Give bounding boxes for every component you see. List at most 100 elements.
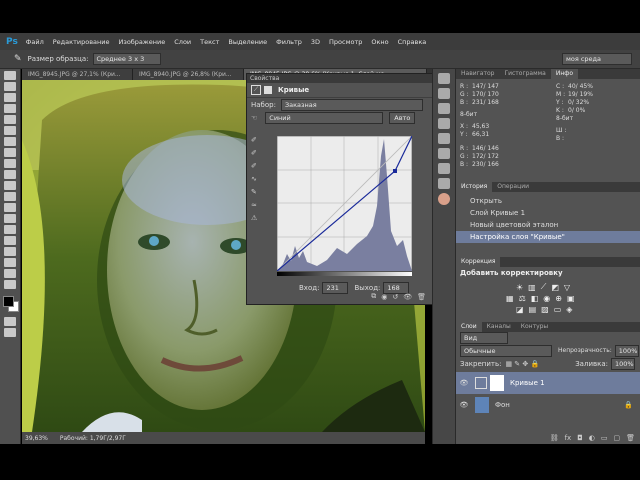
- opacity-field[interactable]: 100%: [614, 344, 639, 357]
- sample-highlights-icon[interactable]: ✐: [251, 162, 265, 172]
- link-layers-icon[interactable]: ⛓: [550, 434, 559, 442]
- zoom-tool-icon[interactable]: [4, 280, 16, 289]
- sample-midtones-icon[interactable]: ✐: [251, 149, 265, 159]
- workspace-select[interactable]: моя среда: [562, 53, 632, 65]
- pen-tool-icon[interactable]: [4, 225, 16, 234]
- posterize-icon[interactable]: ▤: [529, 305, 537, 314]
- tab-history[interactable]: История: [456, 182, 493, 192]
- reset-icon[interactable]: ↺: [392, 293, 398, 301]
- color-balance-icon[interactable]: ⚖: [519, 294, 526, 303]
- brush-tool-icon[interactable]: [4, 148, 16, 157]
- properties-tab[interactable]: Свойства: [247, 74, 432, 83]
- menu-window[interactable]: Окно: [371, 38, 388, 46]
- lock-icons[interactable]: ▦ ✎ ✥ 🔒: [505, 360, 539, 368]
- doc-tab-1[interactable]: IMG_8945.JPG @ 27,1% (Кри...: [22, 69, 133, 80]
- new-group-icon[interactable]: ▭: [601, 434, 608, 442]
- menu-help[interactable]: Справка: [398, 38, 427, 46]
- threshold-icon[interactable]: ▨: [541, 305, 549, 314]
- brush-panel-icon[interactable]: [438, 103, 450, 114]
- add-style-icon[interactable]: fx: [565, 434, 572, 442]
- menu-type[interactable]: Текст: [200, 38, 219, 46]
- healing-tool-icon[interactable]: [4, 137, 16, 146]
- stamp-tool-icon[interactable]: [4, 159, 16, 168]
- sample-shadows-icon[interactable]: ✐: [251, 136, 265, 146]
- history-item[interactable]: Слой Кривые 1: [456, 207, 640, 219]
- color-swatches[interactable]: [2, 295, 19, 312]
- curves-icon[interactable]: ⟋: [541, 282, 547, 292]
- visibility-eye-icon[interactable]: 👁: [456, 401, 472, 409]
- menu-filter[interactable]: Фильтр: [276, 38, 302, 46]
- marquee-tool-icon[interactable]: [4, 82, 16, 91]
- menu-file[interactable]: Файл: [26, 38, 44, 46]
- blend-mode-select[interactable]: Обычные: [460, 344, 552, 357]
- actions-panel-icon[interactable]: [438, 88, 450, 99]
- visibility-eye-icon[interactable]: 👁: [456, 379, 472, 387]
- new-layer-icon[interactable]: ▢: [613, 434, 620, 442]
- blur-tool-icon[interactable]: [4, 203, 16, 212]
- quick-mask-icon[interactable]: [4, 317, 16, 326]
- history-brush-tool-icon[interactable]: [4, 170, 16, 179]
- dodge-tool-icon[interactable]: [4, 214, 16, 223]
- styles-panel-icon[interactable]: [438, 163, 450, 174]
- tab-info[interactable]: Инфо: [550, 69, 579, 79]
- vibrance-icon[interactable]: ▽: [564, 283, 570, 292]
- preset-select[interactable]: Заказная: [280, 98, 423, 111]
- input-value[interactable]: 231: [322, 282, 349, 294]
- exposure-icon[interactable]: ◩: [551, 283, 559, 292]
- move-tool-icon[interactable]: [4, 71, 16, 80]
- menu-image[interactable]: Изображение: [119, 38, 166, 46]
- auto-button[interactable]: Авто: [389, 111, 416, 124]
- history-item[interactable]: Новый цветовой эталон: [456, 219, 640, 231]
- photo-filter-icon[interactable]: ◉: [543, 294, 550, 303]
- tab-adjustments[interactable]: Коррекция: [456, 257, 501, 267]
- layer-row-background[interactable]: 👁 Фон 🔒: [456, 394, 640, 416]
- tab-histogram[interactable]: Гистограмма: [499, 69, 550, 79]
- menu-edit[interactable]: Редактирование: [53, 38, 110, 46]
- smooth-icon[interactable]: ≈: [251, 201, 265, 211]
- layer-mask-thumbnail[interactable]: [490, 375, 504, 391]
- invert-icon[interactable]: ◪: [516, 305, 524, 314]
- delete-adjustment-icon[interactable]: 🗑: [417, 293, 426, 301]
- curves-graph[interactable]: [276, 135, 413, 276]
- target-adjust-icon[interactable]: ☜: [251, 114, 257, 122]
- selective-color-icon[interactable]: ◈: [566, 305, 572, 314]
- new-adjustment-icon[interactable]: ◐: [589, 434, 595, 442]
- gradient-tool-icon[interactable]: [4, 192, 16, 201]
- pencil-draw-icon[interactable]: ✎: [251, 188, 265, 198]
- brightness-icon[interactable]: ☀: [516, 283, 523, 292]
- add-mask-icon[interactable]: ◘: [577, 434, 583, 442]
- menu-select[interactable]: Выделение: [228, 38, 267, 46]
- history-item-active[interactable]: Настройка слоя "Кривые": [456, 231, 640, 243]
- color-lookup-icon[interactable]: ▣: [567, 294, 575, 303]
- swatches-panel-icon[interactable]: [438, 148, 450, 159]
- history-panel-icon[interactable]: [438, 73, 450, 84]
- avatar-thumbnail[interactable]: [438, 193, 450, 205]
- hand-tool-icon[interactable]: [4, 269, 16, 278]
- channel-select[interactable]: Синий: [265, 111, 384, 124]
- type-tool-icon[interactable]: [4, 236, 16, 245]
- tab-paths[interactable]: Контуры: [516, 322, 553, 332]
- zoom-level[interactable]: 39,63%: [25, 435, 48, 442]
- lasso-tool-icon[interactable]: [4, 93, 16, 102]
- view-previous-icon[interactable]: ◉: [381, 293, 387, 301]
- levels-icon[interactable]: ▥: [528, 283, 536, 292]
- curve-edit-icon[interactable]: ∿: [251, 175, 265, 185]
- tab-actions[interactable]: Операции: [492, 182, 534, 192]
- paragraph-panel-icon[interactable]: [438, 133, 450, 144]
- tab-layers[interactable]: Слои: [456, 322, 482, 332]
- tab-navigator[interactable]: Навигатор: [456, 69, 499, 79]
- eyedropper-tool-icon[interactable]: [4, 126, 16, 135]
- clip-to-layer-icon[interactable]: ⧉: [371, 292, 376, 301]
- doc-tab-2[interactable]: IMG_8940.JPG @ 26,8% (Кри...: [133, 69, 244, 80]
- menu-view[interactable]: Просмотр: [329, 38, 362, 46]
- menu-3d[interactable]: 3D: [311, 38, 320, 46]
- mask-icon[interactable]: [264, 86, 272, 94]
- layer-row-curves[interactable]: 👁 Кривые 1: [456, 372, 640, 394]
- character-panel-icon[interactable]: [438, 118, 450, 129]
- layer-filter-select[interactable]: Вид: [460, 332, 508, 344]
- gradient-map-icon[interactable]: ▭: [554, 305, 562, 314]
- channel-mixer-icon[interactable]: ⊕: [555, 294, 562, 303]
- menu-layers[interactable]: Слои: [174, 38, 191, 46]
- clone-source-panel-icon[interactable]: [438, 178, 450, 189]
- screen-mode-icon[interactable]: [4, 328, 16, 337]
